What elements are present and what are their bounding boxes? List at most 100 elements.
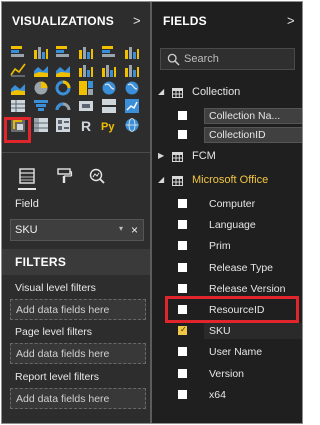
clustered-bar-chart-icon[interactable] [55,44,71,60]
100-percent-column-chart-icon[interactable] [124,44,140,60]
visual-level-filters-label: Visual level filters [15,282,96,294]
area-chart-icon[interactable] [33,62,49,78]
report-level-filters-drop-zone[interactable]: Add data fields here [10,388,146,409]
field-checkbox[interactable] [178,111,187,120]
collapsed-chevron-icon[interactable]: ▶ [158,151,164,160]
field-checkbox[interactable] [178,368,187,378]
field-name: Release Version [209,282,286,295]
fields-search-box[interactable] [160,48,295,70]
multi-row-card-icon[interactable] [101,98,117,114]
field-name: User Name [209,346,263,359]
active-tab-underline [18,188,36,190]
table-icon[interactable] [10,98,26,114]
gauge-icon[interactable] [55,98,71,114]
filters-title: FILTERS [15,255,67,269]
field-item[interactable]: Prim [176,238,297,255]
field-name: Collection Na... [209,110,281,122]
table-row[interactable]: ◢ Microsoft Office [158,172,298,190]
line-chart-icon[interactable] [10,62,26,78]
stacked-bar-chart-icon[interactable] [10,44,26,60]
search-input[interactable] [184,52,290,66]
map-icon[interactable] [101,80,117,96]
scatter-chart-icon[interactable] [10,80,26,96]
svg-text:Py: Py [101,121,115,133]
collapse-visualizations-chevron-icon[interactable]: > [133,13,141,28]
table-row[interactable]: ◢ Collection [158,84,298,102]
remove-field-close-icon[interactable]: × [131,223,138,237]
field-checkbox[interactable] [178,130,187,139]
filled-map-icon[interactable] [124,80,140,96]
slicer-icon[interactable] [55,117,71,133]
donut-chart-icon[interactable] [55,80,71,96]
field-name: Computer [209,198,256,210]
100-percent-bar-chart-icon[interactable] [101,44,117,60]
stacked-column-chart-icon[interactable] [33,44,49,60]
clustered-column-chart-icon[interactable] [78,44,94,60]
line-and-clustered-column-chart-icon[interactable] [101,62,117,78]
field-checkbox[interactable] [178,283,187,293]
selected-visual-highlight [4,117,31,143]
field-checkbox[interactable] [178,389,187,399]
pane-separator [2,152,150,153]
field-checkbox[interactable] [178,347,187,357]
stacked-area-chart-icon[interactable] [55,62,71,78]
field-item[interactable]: User Name [176,344,297,361]
field-item[interactable]: Collection Na... [176,108,302,125]
field-item[interactable]: Language [176,217,297,234]
fields-tab-icon[interactable] [18,167,36,185]
field-checkbox[interactable] [178,220,187,230]
field-label-box: Language [204,217,302,233]
fields-pane: FIELDS > ◢ Collection Collection Na... Coll… [152,2,302,423]
pie-chart-icon[interactable] [33,80,49,96]
visual-level-filters-drop-zone[interactable]: Add data fields here [10,299,146,320]
expanded-chevron-icon[interactable]: ◢ [158,87,164,96]
field-name: x64 [209,388,226,401]
card-icon[interactable] [78,98,94,114]
page-level-filters-label: Page level filters [15,326,93,338]
analytics-magnifier-icon[interactable] [88,167,106,185]
field-label-box: User Name [204,344,302,360]
field-label-box: Collection Na... [204,108,302,124]
treemap-icon[interactable] [78,80,94,96]
kpi-icon[interactable] [124,98,140,114]
python-visual-icon[interactable]: Py [101,117,117,133]
field-checkbox[interactable] [178,241,187,251]
field-checkbox[interactable]: ✓ [178,325,187,336]
check-icon: ✓ [180,325,187,335]
field-item[interactable]: Computer [176,196,297,213]
field-checkbox[interactable] [178,262,187,272]
fields-title: FIELDS [163,14,207,28]
field-label-box: SKU [204,323,302,340]
field-item[interactable]: CollectionID [176,127,302,144]
field-item[interactable]: x64 [176,387,297,404]
table-row[interactable]: ▶ FCM [158,148,298,166]
globe-icon[interactable] [124,117,140,133]
drop-zone-placeholder: Add data fields here [16,304,110,316]
field-label-box: x64 [204,387,302,403]
chevron-down-icon[interactable]: ▾ [119,224,123,233]
drop-zone-placeholder: Add data fields here [16,348,110,360]
funnel-chart-icon[interactable] [33,98,49,114]
report-level-filters-label: Report level filters [15,371,100,383]
field-label-box: Release Type [204,260,302,276]
collapse-fields-chevron-icon[interactable]: > [287,13,295,28]
field-item[interactable]: Release Type [176,260,297,277]
table-name: FCM [192,150,216,162]
page-level-filters-drop-zone[interactable]: Add data fields here [10,343,146,364]
field-item[interactable]: ✓ SKU [176,323,302,340]
field-label-box: Computer [204,196,302,212]
r-script-visual-icon[interactable]: R [78,117,94,133]
field-checkbox[interactable] [178,199,187,208]
format-paint-roller-icon[interactable] [55,167,73,185]
matrix-icon[interactable] [33,117,49,133]
expanded-chevron-icon[interactable]: ◢ [158,175,164,184]
power-bi-panes: VISUALIZATIONS > R Py Field SKU ▾ × FILTE… [1,1,303,424]
waterfall-chart-icon[interactable] [124,62,140,78]
field-well[interactable]: SKU ▾ × [10,219,144,241]
field-well-value: SKU [15,224,38,236]
field-label-box: Version [204,366,302,382]
table-name: Collection [192,86,241,98]
line-and-column-chart-icon[interactable] [78,62,94,78]
field-item[interactable]: Version [176,366,297,383]
table-icon [172,176,183,186]
